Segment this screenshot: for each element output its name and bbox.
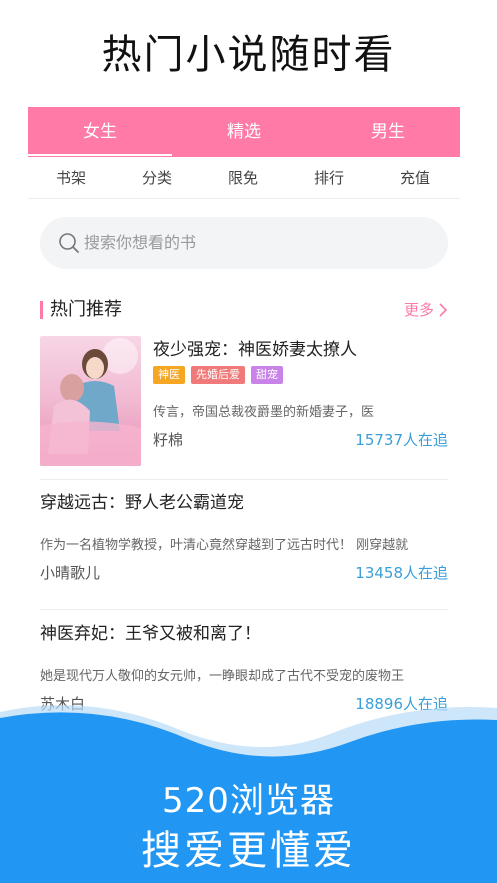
nav-recharge[interactable]: 充值 xyxy=(372,157,458,199)
tab-featured[interactable]: 精选 xyxy=(172,107,316,157)
featured-book-description: 传言，帝国总裁夜爵墨的新婚妻子，医 xyxy=(153,405,375,420)
more-link[interactable]: 更多 xyxy=(404,297,448,323)
book-author: 小晴歌儿 xyxy=(40,564,101,582)
gender-tab-bar: 女生 精选 男生 xyxy=(28,107,460,157)
book-description: 作为一名植物学教授，叶清心竟然穿越到了远古时代！ 刚穿越就 xyxy=(40,538,409,553)
active-tab-indicator xyxy=(28,154,172,156)
featured-book-title[interactable]: 夜少强宠：神医娇妻太撩人 xyxy=(153,339,357,361)
featured-book-tags: 神医 先婚后爱 甜宠 xyxy=(153,363,289,384)
book-title[interactable]: 神医弃妃：王爷又被和离了！ xyxy=(40,623,261,645)
search-input[interactable] xyxy=(84,217,424,269)
book-list-item[interactable]: 穿越远古：野人老公霸道宠 作为一名植物学教授，叶清心竟然穿越到了远古时代！ 刚穿… xyxy=(40,492,448,612)
promo-slogan: 搜爱更懂爱 xyxy=(141,828,356,874)
book-cover-image[interactable] xyxy=(40,336,141,466)
category-nav: 书架 分类 限免 排行 充值 xyxy=(28,157,460,199)
nav-ranking[interactable]: 排行 xyxy=(286,157,372,199)
section-marker xyxy=(40,301,43,319)
search-bar[interactable] xyxy=(40,217,448,269)
featured-book-followers: 15737人在追 xyxy=(355,431,448,449)
list-divider xyxy=(40,479,448,480)
nav-bookshelf[interactable]: 书架 xyxy=(28,157,114,199)
nav-categories[interactable]: 分类 xyxy=(114,157,200,199)
tab-male[interactable]: 男生 xyxy=(316,107,460,157)
search-icon xyxy=(59,233,79,253)
tag-badge[interactable]: 甜宠 xyxy=(251,366,283,384)
chevron-right-icon xyxy=(439,303,448,317)
list-divider xyxy=(40,609,448,610)
book-title[interactable]: 穿越远古：野人老公霸道宠 xyxy=(40,492,244,514)
section-header: 热门推荐 更多 xyxy=(40,297,448,323)
promo-headline: 热门小说随时看 xyxy=(101,32,396,78)
featured-book-author: 籽棉 xyxy=(153,431,184,449)
book-description: 她是现代万人敬仰的女元帅，一睁眼却成了古代不受宠的废物王 xyxy=(40,669,405,684)
book-followers: 13458人在追 xyxy=(355,564,448,582)
tab-female[interactable]: 女生 xyxy=(28,107,172,157)
promo-app-name: 520浏览器 xyxy=(162,781,335,821)
section-title: 热门推荐 xyxy=(50,299,122,320)
nav-free[interactable]: 限免 xyxy=(200,157,286,199)
tag-badge[interactable]: 先婚后爱 xyxy=(191,366,245,384)
tag-badge[interactable]: 神医 xyxy=(153,366,185,384)
more-label: 更多 xyxy=(403,301,434,319)
